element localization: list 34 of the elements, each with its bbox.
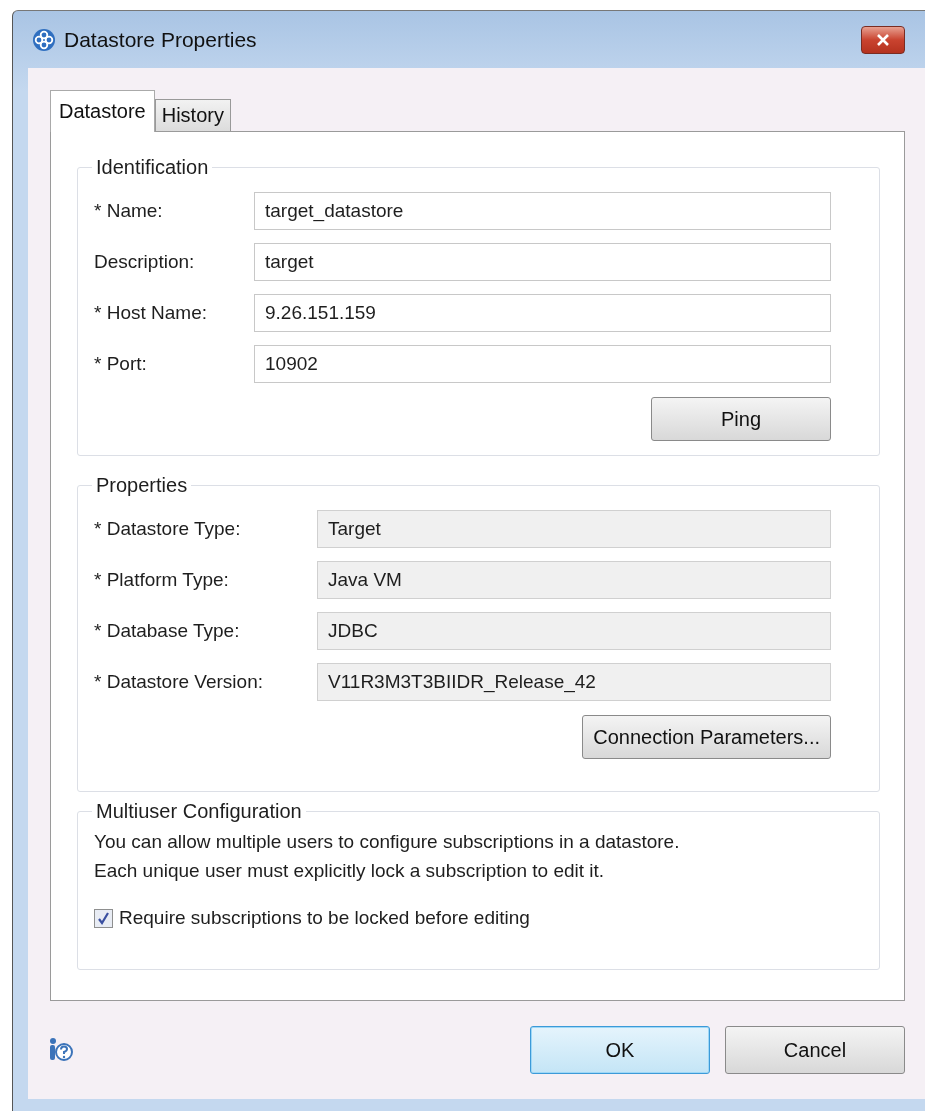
tab[interactable]: Datastore <box>50 90 155 132</box>
connection-parameters-button[interactable]: Connection Parameters... <box>582 715 831 759</box>
field-label: * Database Type: <box>94 619 241 642</box>
field-label: * Datastore Type: <box>94 517 242 540</box>
checkbox-label: Require subscriptions to be locked before editing <box>119 907 530 929</box>
read-only-field: Java VM <box>317 560 831 599</box>
tab[interactable]: History <box>154 99 231 131</box>
description-line: Each unique user must explicitly lock a subscription to edit it. <box>94 859 606 883</box>
cancel-button[interactable]: Cancel <box>725 1026 905 1074</box>
group-title: Properties <box>95 474 189 497</box>
ping-button[interactable]: Ping <box>651 397 831 441</box>
field-label: * Host Name: <box>94 301 208 324</box>
window-title: Datastore Properties <box>64 27 258 52</box>
input-field[interactable]: target_datastore <box>254 191 831 230</box>
read-only-field: V11R3M3T3BIIDR_Release_42 <box>317 662 831 701</box>
field-label: * Platform Type: <box>94 568 230 591</box>
app-icon <box>32 27 56 52</box>
group-title: Identification <box>95 156 210 179</box>
ok-button[interactable]: OK <box>530 1026 710 1074</box>
read-only-field: Target <box>317 509 831 548</box>
field-label: * Name: <box>94 199 164 222</box>
description-line: You can allow multiple users to configure subscriptions in a datastore. <box>94 830 681 854</box>
field-label: * Port: <box>94 352 148 375</box>
input-field[interactable]: 9.26.151.159 <box>254 293 831 332</box>
read-only-field: JDBC <box>317 611 831 650</box>
input-field[interactable]: 10902 <box>254 344 831 383</box>
help-icon[interactable] <box>48 1037 74 1063</box>
close-button[interactable] <box>861 25 905 54</box>
field-label: * Datastore Version: <box>94 670 264 693</box>
close-icon <box>876 33 890 46</box>
checkbox[interactable] <box>94 908 113 928</box>
field-label: Description: <box>94 250 196 273</box>
input-field[interactable]: target <box>254 242 831 281</box>
group-title: Multiuser Configuration <box>95 800 303 823</box>
